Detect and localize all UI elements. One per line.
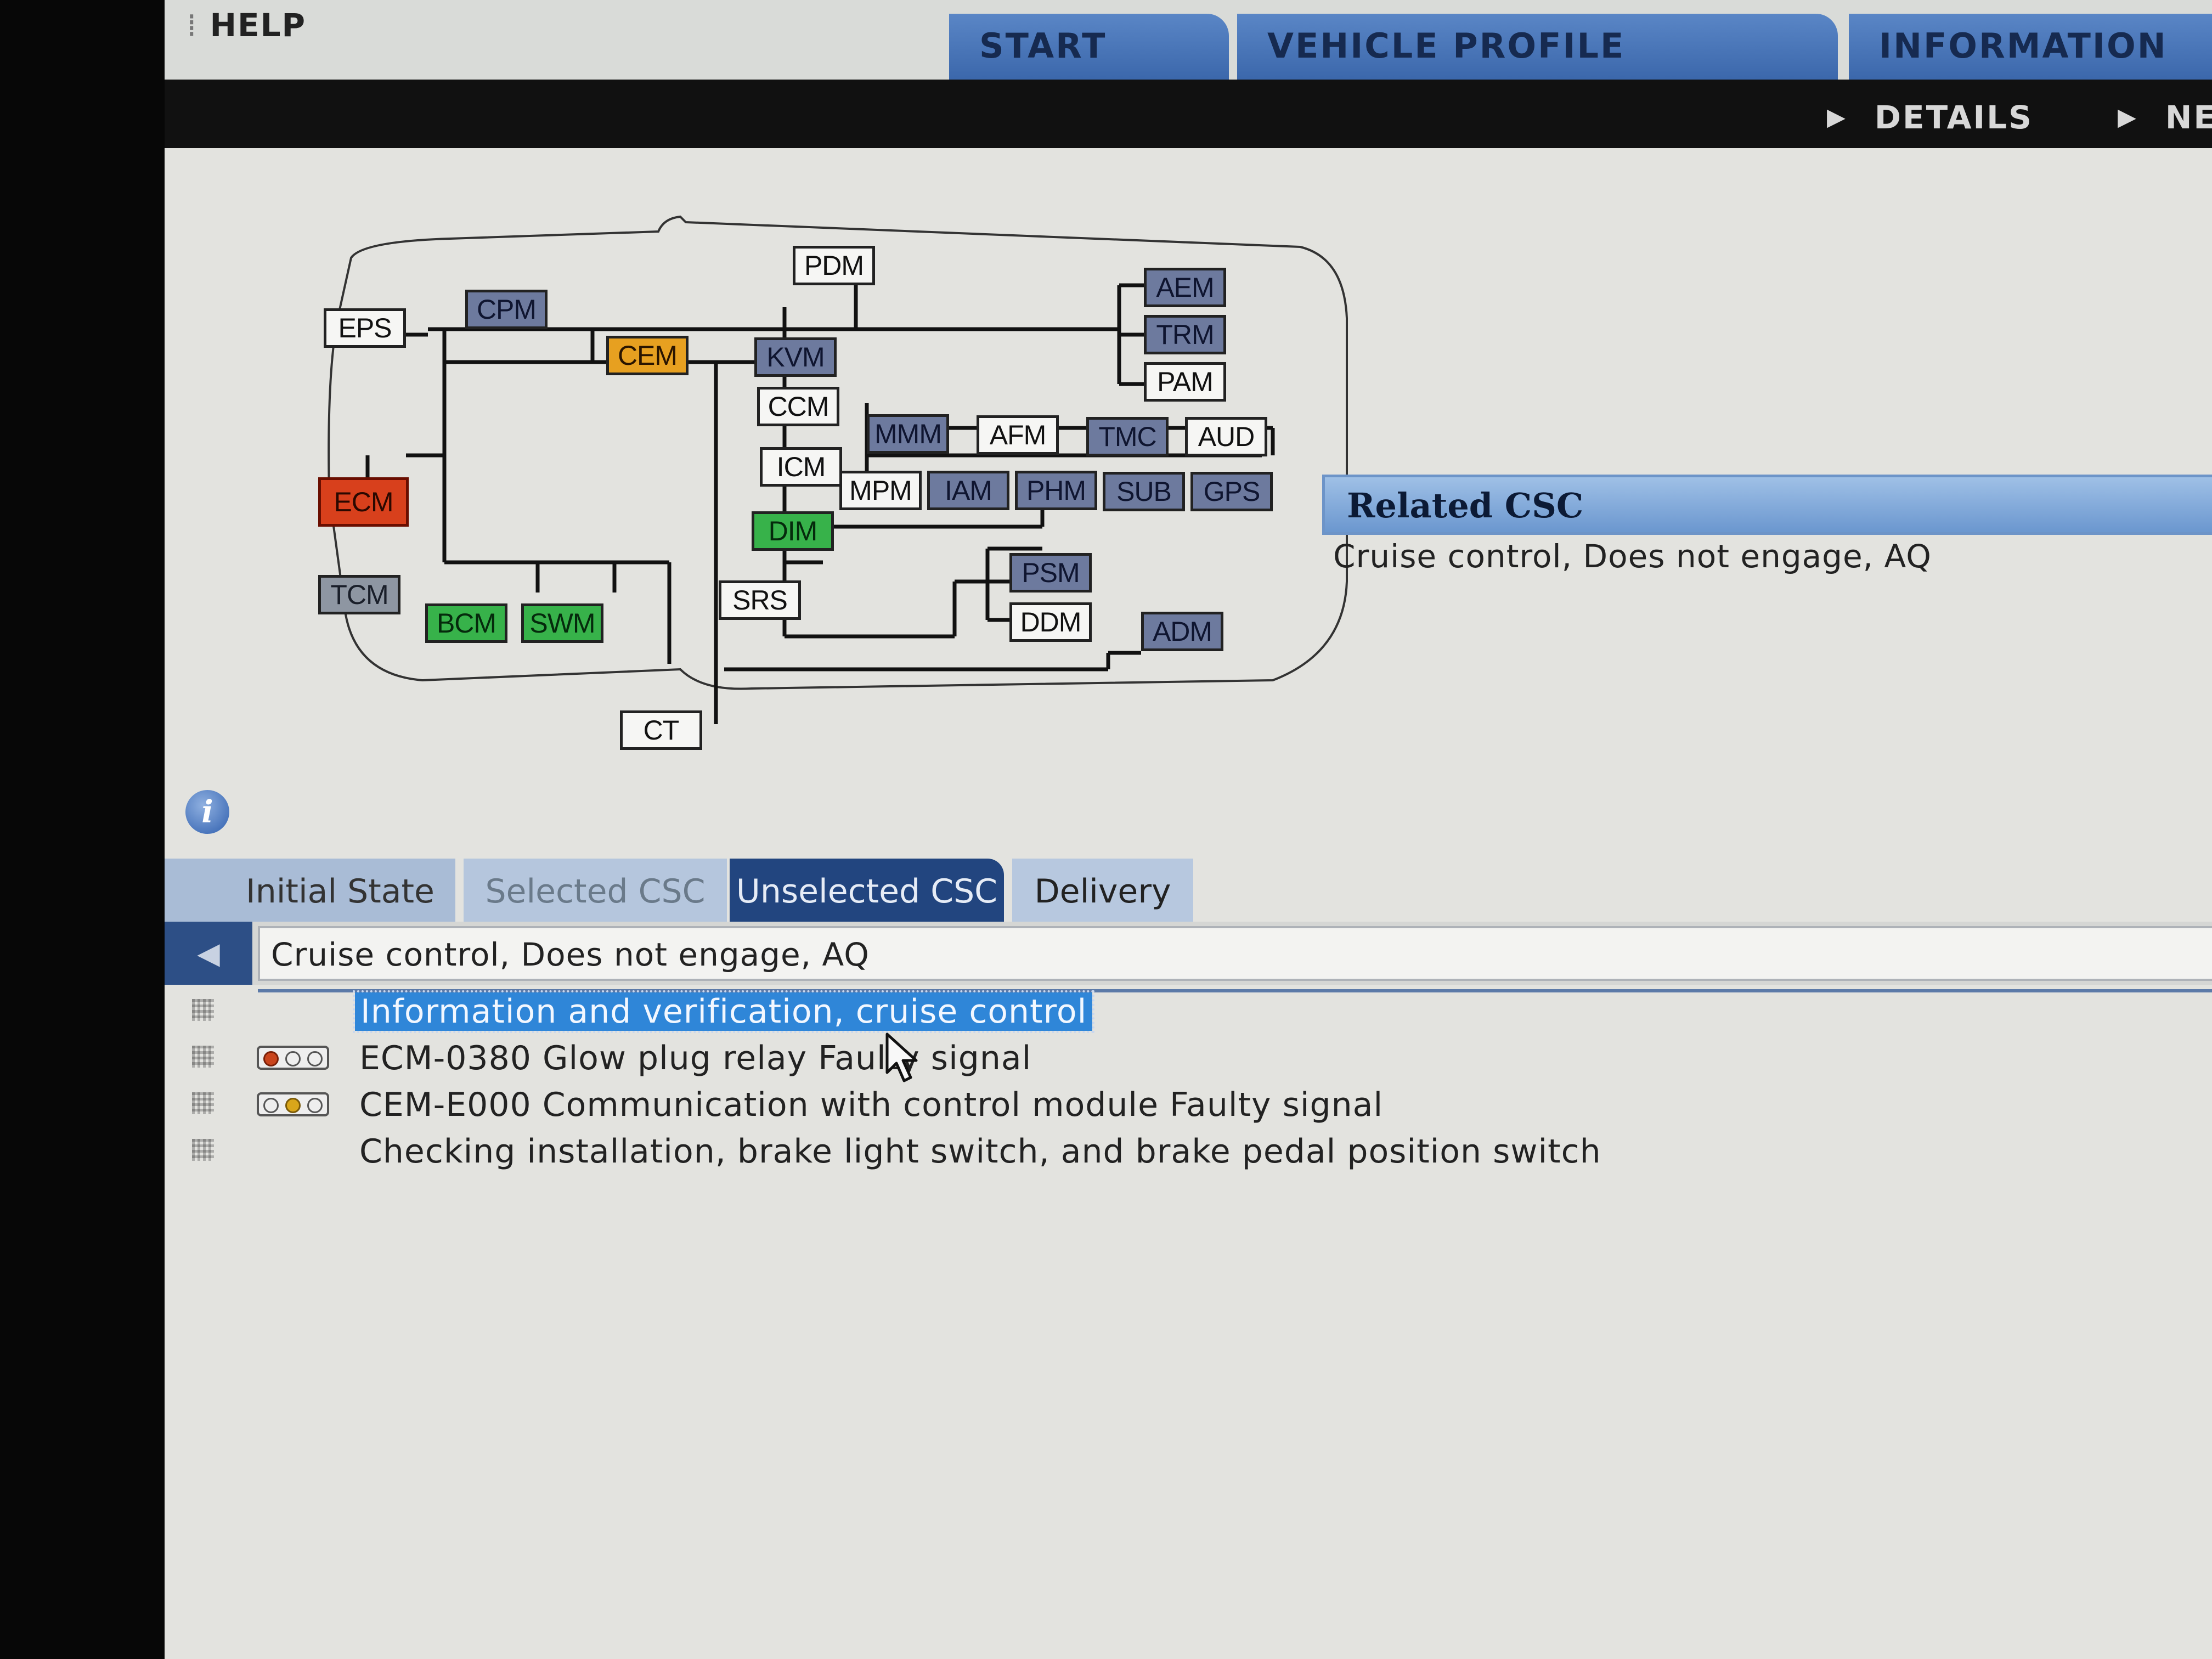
tab-initial-state[interactable]: Initial State xyxy=(165,859,455,924)
tab-start[interactable]: START xyxy=(949,14,1229,82)
module-mpm[interactable]: MPM xyxy=(839,471,922,510)
list-item-text[interactable]: CEM-E000 Communication with control modu… xyxy=(359,1086,1383,1124)
related-csc-item[interactable]: Cruise control, Does not engage, AQ xyxy=(1333,538,1932,575)
module-srs[interactable]: SRS xyxy=(719,580,801,620)
module-trm[interactable]: TRM xyxy=(1144,315,1226,354)
top-bar: ⁞ HELP START VEHICLE PROFILE INFORMATION xyxy=(165,0,2212,82)
triangle-right-icon: ▶ xyxy=(2118,103,2138,131)
green-light-icon xyxy=(307,1051,323,1066)
module-ddm[interactable]: DDM xyxy=(1009,602,1092,642)
subnav-next-label: NE xyxy=(2165,99,2212,136)
subnav-details[interactable]: ▶ DETAILS xyxy=(1827,99,2033,136)
module-swm[interactable]: SWM xyxy=(521,603,603,643)
mouse-pointer-icon xyxy=(885,1032,918,1082)
module-adm[interactable]: ADM xyxy=(1141,612,1223,651)
help-label: HELP xyxy=(210,7,307,44)
module-kvm[interactable]: KVM xyxy=(754,337,837,377)
csc-tabs: Initial State Selected CSC Unselected CS… xyxy=(165,859,2212,924)
list-item-text[interactable]: ECM-0380 Glow plug relay Faulty signal xyxy=(359,1039,1031,1077)
tab-selected-csc[interactable]: Selected CSC xyxy=(464,859,727,924)
module-iam[interactable]: IAM xyxy=(927,471,1009,510)
module-afm[interactable]: AFM xyxy=(977,415,1059,455)
module-eps[interactable]: EPS xyxy=(324,308,406,348)
related-csc-header: Related CSC xyxy=(1322,475,2212,535)
list-item-text[interactable]: Information and verification, cruise con… xyxy=(352,990,1095,1033)
drag-handle-icon[interactable] xyxy=(192,1139,214,1161)
tab-information[interactable]: INFORMATION xyxy=(1849,14,2212,82)
list-item[interactable]: ECM-0380 Glow plug relay Faulty signal xyxy=(165,1036,2194,1080)
red-light-icon xyxy=(263,1051,279,1066)
triangle-left-icon[interactable]: ◀ xyxy=(165,922,252,985)
help-menu[interactable]: ⁞ HELP xyxy=(187,7,306,44)
status-lights-icon xyxy=(257,1092,329,1116)
subnav-details-label: DETAILS xyxy=(1874,99,2033,136)
monitor-bezel xyxy=(0,0,165,1659)
module-tmc[interactable]: TMC xyxy=(1086,417,1169,456)
module-icm[interactable]: ICM xyxy=(760,447,842,487)
tab-delivery[interactable]: Delivery xyxy=(1012,859,1193,924)
module-gps[interactable]: GPS xyxy=(1190,472,1273,511)
app-screen: ⁞ HELP START VEHICLE PROFILE INFORMATION … xyxy=(165,0,2212,1659)
list-item[interactable]: Checking installation, brake light switc… xyxy=(165,1129,2194,1173)
module-pam[interactable]: PAM xyxy=(1144,362,1226,402)
tab-unselected-csc[interactable]: Unselected CSC xyxy=(730,859,1004,924)
green-light-icon xyxy=(307,1098,323,1113)
status-lights-icon xyxy=(257,1046,329,1070)
list-item-text[interactable]: Checking installation, brake light switc… xyxy=(359,1132,1601,1171)
module-ccm[interactable]: CCM xyxy=(757,387,839,426)
info-icon[interactable]: i xyxy=(185,790,229,834)
list-item[interactable]: Information and verification, cruise con… xyxy=(165,989,2194,1033)
yellow-light-icon xyxy=(285,1051,301,1066)
module-aud[interactable]: AUD xyxy=(1185,417,1267,456)
drag-handle-icon[interactable] xyxy=(192,1046,214,1068)
module-psm[interactable]: PSM xyxy=(1009,553,1092,592)
module-cpm[interactable]: CPM xyxy=(465,290,548,329)
module-mmm[interactable]: MMM xyxy=(867,414,949,454)
module-aem[interactable]: AEM xyxy=(1144,268,1226,307)
module-cem[interactable]: CEM xyxy=(606,336,689,375)
drag-handle-icon[interactable] xyxy=(192,1092,214,1114)
module-bcm[interactable]: BCM xyxy=(425,603,507,643)
module-ecm[interactable]: ECM xyxy=(318,477,409,527)
module-ct[interactable]: CT xyxy=(620,710,702,750)
module-sub[interactable]: SUB xyxy=(1103,472,1185,511)
list-item[interactable]: CEM-E000 Communication with control modu… xyxy=(165,1082,2194,1126)
grip-icon: ⁞ xyxy=(187,7,198,44)
csc-filter-field[interactable]: Cruise control, Does not engage, AQ xyxy=(258,926,2212,981)
yellow-light-icon xyxy=(285,1098,301,1113)
module-phm[interactable]: PHM xyxy=(1015,471,1097,510)
triangle-right-icon: ▶ xyxy=(1827,103,1847,131)
module-tcm[interactable]: TCM xyxy=(318,575,400,614)
drag-handle-icon[interactable] xyxy=(192,999,214,1021)
tab-vehicle-profile[interactable]: VEHICLE PROFILE xyxy=(1237,14,1838,82)
module-dim[interactable]: DIM xyxy=(752,511,834,551)
red-light-icon xyxy=(263,1098,279,1113)
subnav-next[interactable]: ▶ NE xyxy=(2118,99,2212,136)
module-pdm[interactable]: PDM xyxy=(793,246,875,285)
csc-filter-row: ◀ Cruise control, Does not engage, AQ xyxy=(165,922,2212,985)
